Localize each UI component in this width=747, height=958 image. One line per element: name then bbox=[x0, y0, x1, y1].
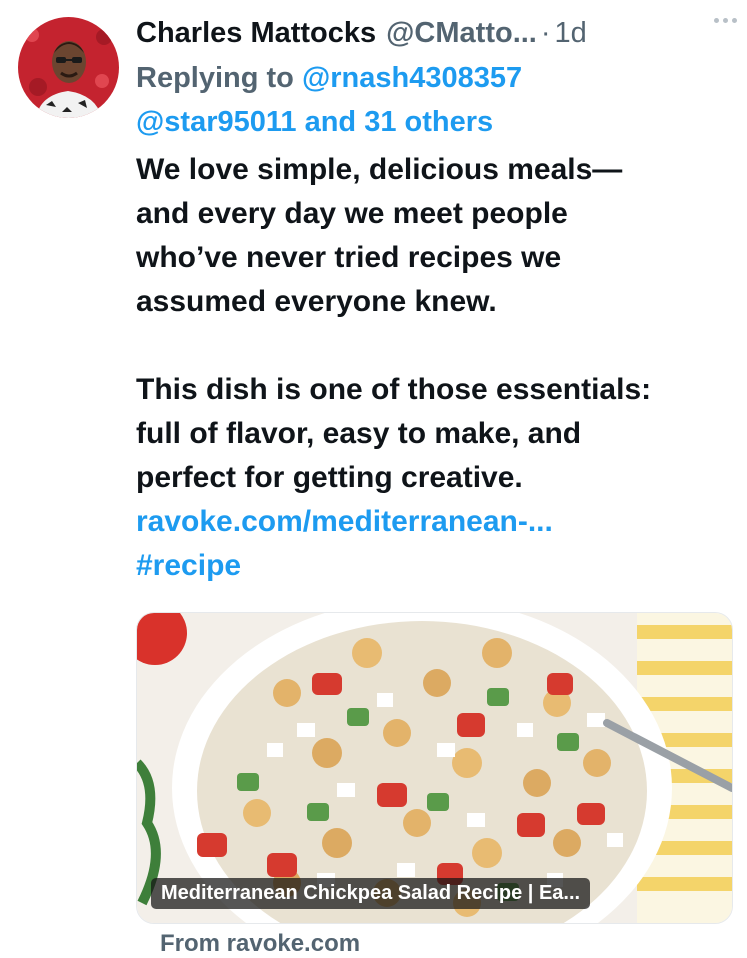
body-line: who’ve never tried recipes we bbox=[136, 241, 562, 274]
body-line: and every day we meet people bbox=[136, 197, 568, 230]
body-line: assumed everyone knew. bbox=[136, 285, 497, 318]
avatar-image bbox=[18, 17, 119, 118]
replying-to: Replying to @rnash4308357 @star95011 and… bbox=[136, 56, 736, 144]
reply-and: and bbox=[304, 106, 357, 138]
separator-dot: · bbox=[540, 16, 551, 49]
display-name[interactable]: Charles Mattocks bbox=[136, 17, 376, 50]
avatar[interactable] bbox=[18, 17, 119, 118]
replying-to-label: Replying to bbox=[136, 62, 294, 94]
reply-others-link[interactable]: 31 others bbox=[364, 106, 493, 138]
card-image bbox=[137, 613, 732, 923]
user-handle[interactable]: @CMatto... bbox=[386, 17, 537, 50]
body-line: We love simple, delicious meals— bbox=[136, 153, 623, 186]
link-preview-card[interactable]: Mediterranean Chickpea Salad Recipe | Ea… bbox=[136, 612, 733, 924]
reply-mention-2[interactable]: @star95011 bbox=[136, 106, 297, 138]
body-line: This dish is one of those essentials: bbox=[136, 373, 652, 406]
tweet-content: Charles Mattocks @CMatto... · 1d Replyin… bbox=[136, 10, 736, 588]
tweet-body: We love simple, delicious meals— and eve… bbox=[136, 148, 736, 588]
tweet-header: Charles Mattocks @CMatto... · 1d bbox=[136, 10, 736, 56]
tweet-url-link[interactable]: ravoke.com/mediterranean-... bbox=[136, 500, 736, 544]
body-line: perfect for getting creative. bbox=[136, 461, 523, 494]
timestamp[interactable]: 1d bbox=[555, 17, 587, 50]
body-line: full of flavor, easy to make, and bbox=[136, 417, 582, 450]
reply-mention-1[interactable]: @rnash4308357 bbox=[302, 62, 522, 94]
hashtag-link[interactable]: #recipe bbox=[136, 544, 736, 588]
card-title: Mediterranean Chickpea Salad Recipe | Ea… bbox=[151, 878, 591, 909]
card-source[interactable]: From ravoke.com bbox=[160, 930, 360, 958]
